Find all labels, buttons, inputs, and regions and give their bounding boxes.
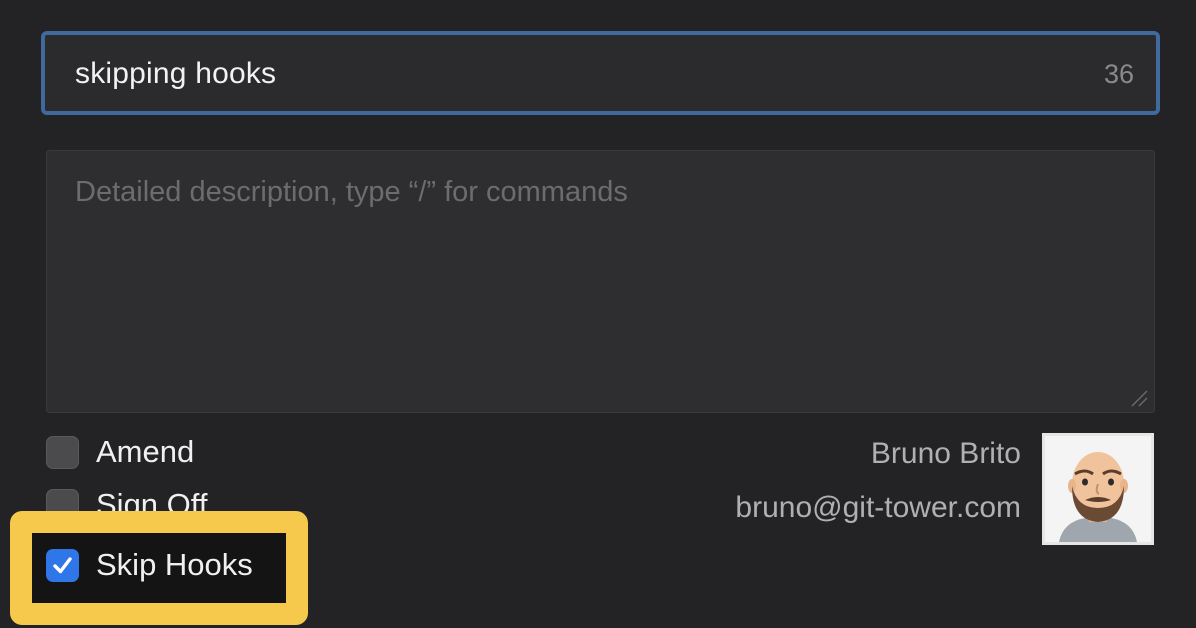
commit-description-textarea[interactable]: Detailed description, type “/” for comma… bbox=[46, 150, 1155, 413]
amend-checkbox[interactable] bbox=[46, 436, 79, 469]
summary-char-count: 36 bbox=[1103, 59, 1134, 89]
skip-hooks-label: Skip Hooks bbox=[96, 547, 253, 582]
author-email: bruno@git-tower.com bbox=[735, 491, 1021, 524]
description-placeholder: Detailed description, type “/” for comma… bbox=[75, 176, 628, 208]
commit-summary-value: skipping hooks bbox=[75, 57, 277, 90]
commit-summary-input[interactable]: skipping hooks 36 bbox=[41, 31, 1160, 115]
author-name: Bruno Brito bbox=[870, 437, 1021, 470]
avatar-icon bbox=[1045, 436, 1151, 542]
author-avatar[interactable] bbox=[1042, 433, 1154, 545]
checkmark-icon bbox=[53, 557, 72, 574]
resize-grip-icon[interactable] bbox=[1128, 387, 1148, 407]
skip-hooks-checkbox[interactable] bbox=[46, 549, 79, 582]
amend-label: Amend bbox=[96, 434, 195, 469]
